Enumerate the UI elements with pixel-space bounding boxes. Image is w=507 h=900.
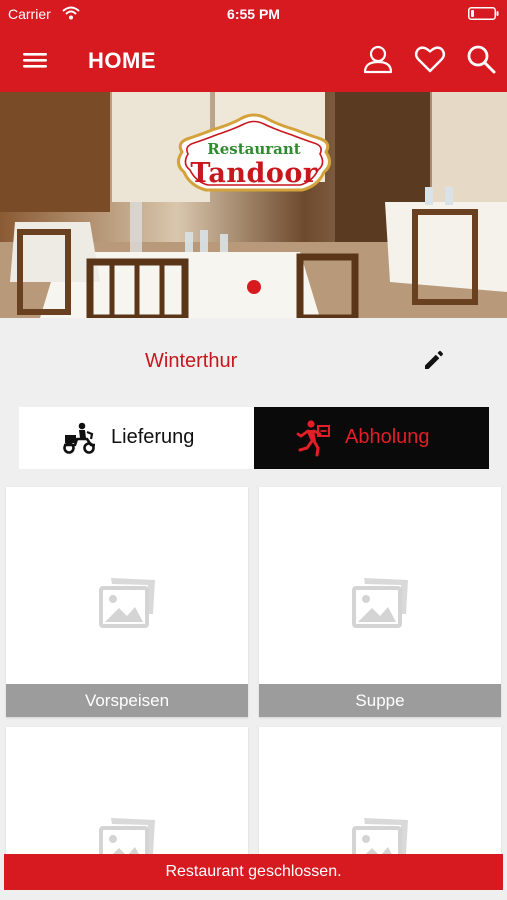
pickup-button[interactable]: Abholung: [254, 407, 489, 469]
battery-icon: [468, 7, 499, 20]
location-city[interactable]: Winterthur: [145, 350, 237, 373]
carousel-indicator[interactable]: [247, 280, 261, 294]
category-tile[interactable]: [6, 727, 248, 868]
category-tile[interactable]: [259, 727, 501, 868]
category-label: Suppe: [259, 684, 501, 717]
heart-icon[interactable]: [414, 44, 446, 74]
image-placeholder-icon: [99, 578, 155, 628]
delivery-label: Lieferung: [111, 426, 195, 448]
logo-text-restaurant: Restaurant: [207, 140, 301, 158]
navigation-bar: HOME: [0, 28, 507, 92]
page-title: HOME: [88, 48, 156, 73]
image-placeholder-icon: [352, 578, 408, 628]
status-bar: Carrier 6:55 PM: [0, 0, 507, 28]
scooter-icon: [63, 422, 95, 454]
category-label: Vorspeisen: [6, 684, 248, 717]
hero-banner[interactable]: Restaurant Tandoor: [0, 92, 507, 318]
order-mode-toggle: Lieferung Abholung: [19, 407, 489, 469]
category-tile[interactable]: Vorspeisen: [6, 487, 248, 717]
user-icon[interactable]: [362, 43, 394, 75]
pencil-icon[interactable]: [422, 348, 446, 372]
delivery-button[interactable]: Lieferung: [19, 407, 254, 469]
location-row: Winterthur: [0, 318, 507, 404]
category-tile[interactable]: Suppe: [259, 487, 501, 717]
search-icon[interactable]: [465, 43, 497, 75]
runner-icon: [296, 420, 330, 457]
restaurant-closed-banner: Restaurant geschlossen.: [4, 854, 503, 890]
restaurant-logo: Restaurant Tandoor: [172, 112, 336, 196]
pickup-label: Abholung: [345, 426, 430, 448]
logo-text-tandoor: Tandoor: [190, 158, 318, 189]
app-header: Carrier 6:55 PM HOME: [0, 0, 507, 92]
menu-icon[interactable]: [20, 46, 50, 74]
status-time: 6:55 PM: [227, 6, 280, 22]
